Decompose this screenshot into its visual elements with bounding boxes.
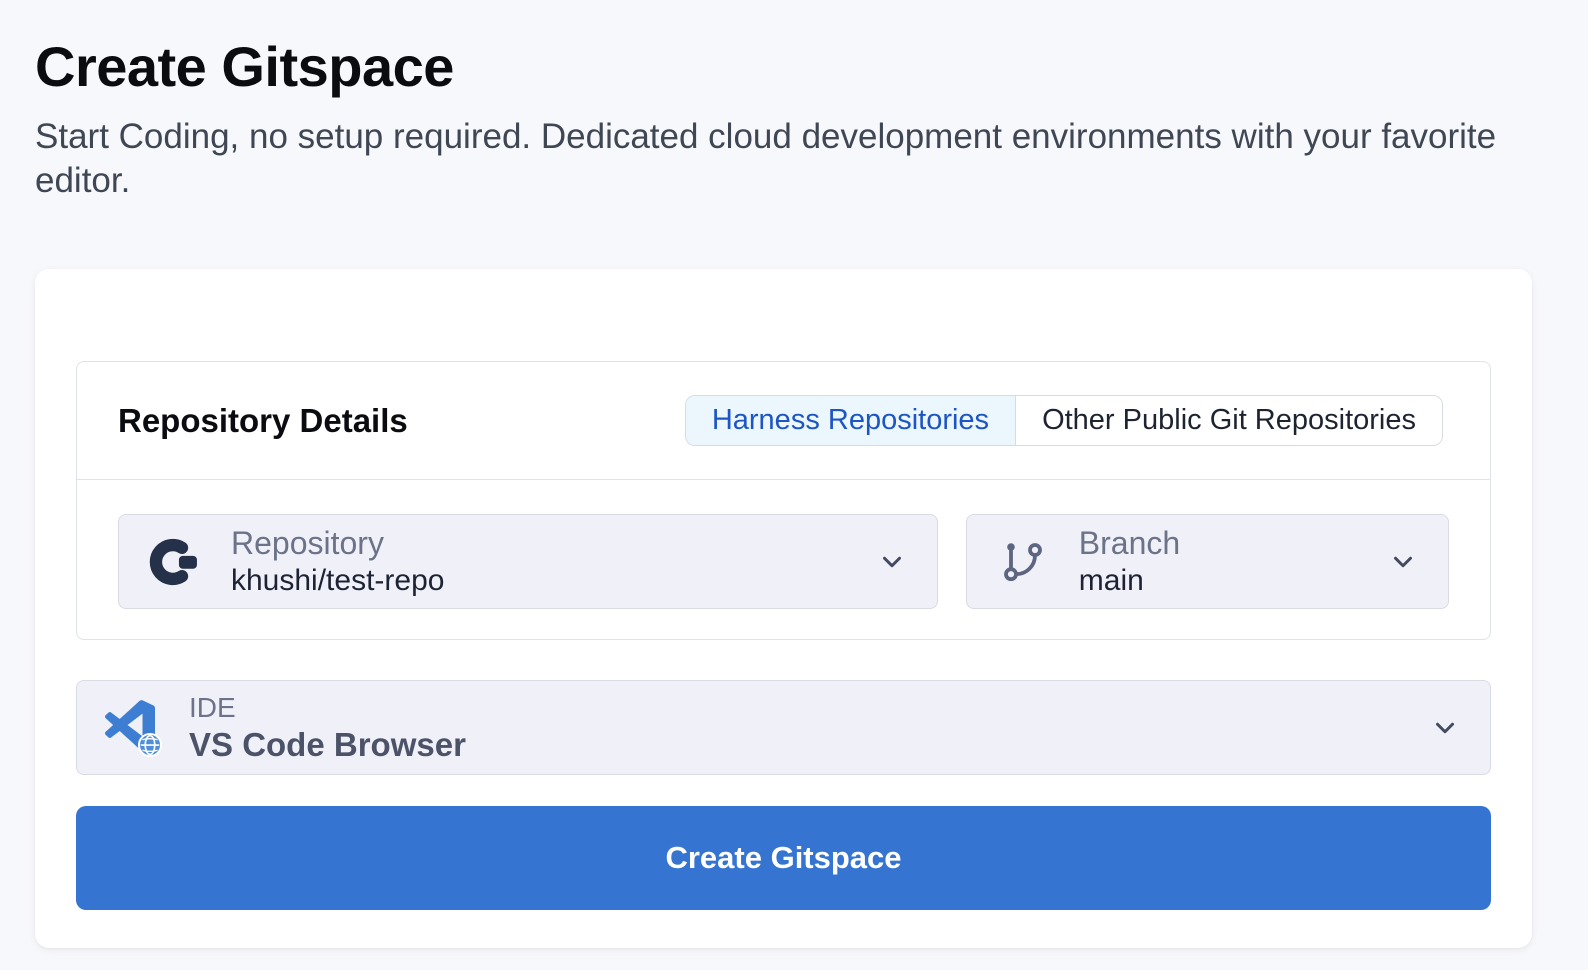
vscode-browser-icon [105, 700, 161, 756]
ide-select[interactable]: IDE VS Code Browser [76, 680, 1491, 775]
repository-details-header: Repository Details Harness Repositories … [77, 362, 1490, 479]
branch-select[interactable]: Branch main [966, 514, 1449, 609]
page-subtitle: Start Coding, no setup required. Dedicat… [35, 115, 1505, 203]
ide-value: VS Code Browser [189, 725, 466, 765]
repository-details-section: Repository Details Harness Repositories … [76, 361, 1491, 640]
tab-other-public-git-repositories[interactable]: Other Public Git Repositories [1015, 396, 1442, 445]
create-gitspace-card: Repository Details Harness Repositories … [35, 269, 1532, 948]
chevron-down-icon [1430, 713, 1460, 743]
repository-fields-row: Repository khushi/test-repo [77, 479, 1490, 639]
git-branch-icon [995, 538, 1051, 586]
repository-label: Repository [231, 524, 444, 562]
repository-source-toggle: Harness Repositories Other Public Git Re… [685, 395, 1443, 446]
repository-details-heading: Repository Details [118, 402, 408, 440]
ide-label: IDE [189, 691, 466, 725]
branch-label: Branch [1079, 524, 1180, 562]
tab-harness-repositories[interactable]: Harness Repositories [686, 396, 1015, 445]
chevron-down-icon [1388, 547, 1418, 577]
page-title: Create Gitspace [35, 34, 1553, 99]
repository-select[interactable]: Repository khushi/test-repo [118, 514, 938, 609]
branch-value: main [1079, 562, 1180, 600]
repository-value: khushi/test-repo [231, 562, 444, 600]
create-gitspace-button[interactable]: Create Gitspace [76, 806, 1491, 910]
chevron-down-icon [877, 547, 907, 577]
harness-repo-icon [147, 535, 203, 589]
